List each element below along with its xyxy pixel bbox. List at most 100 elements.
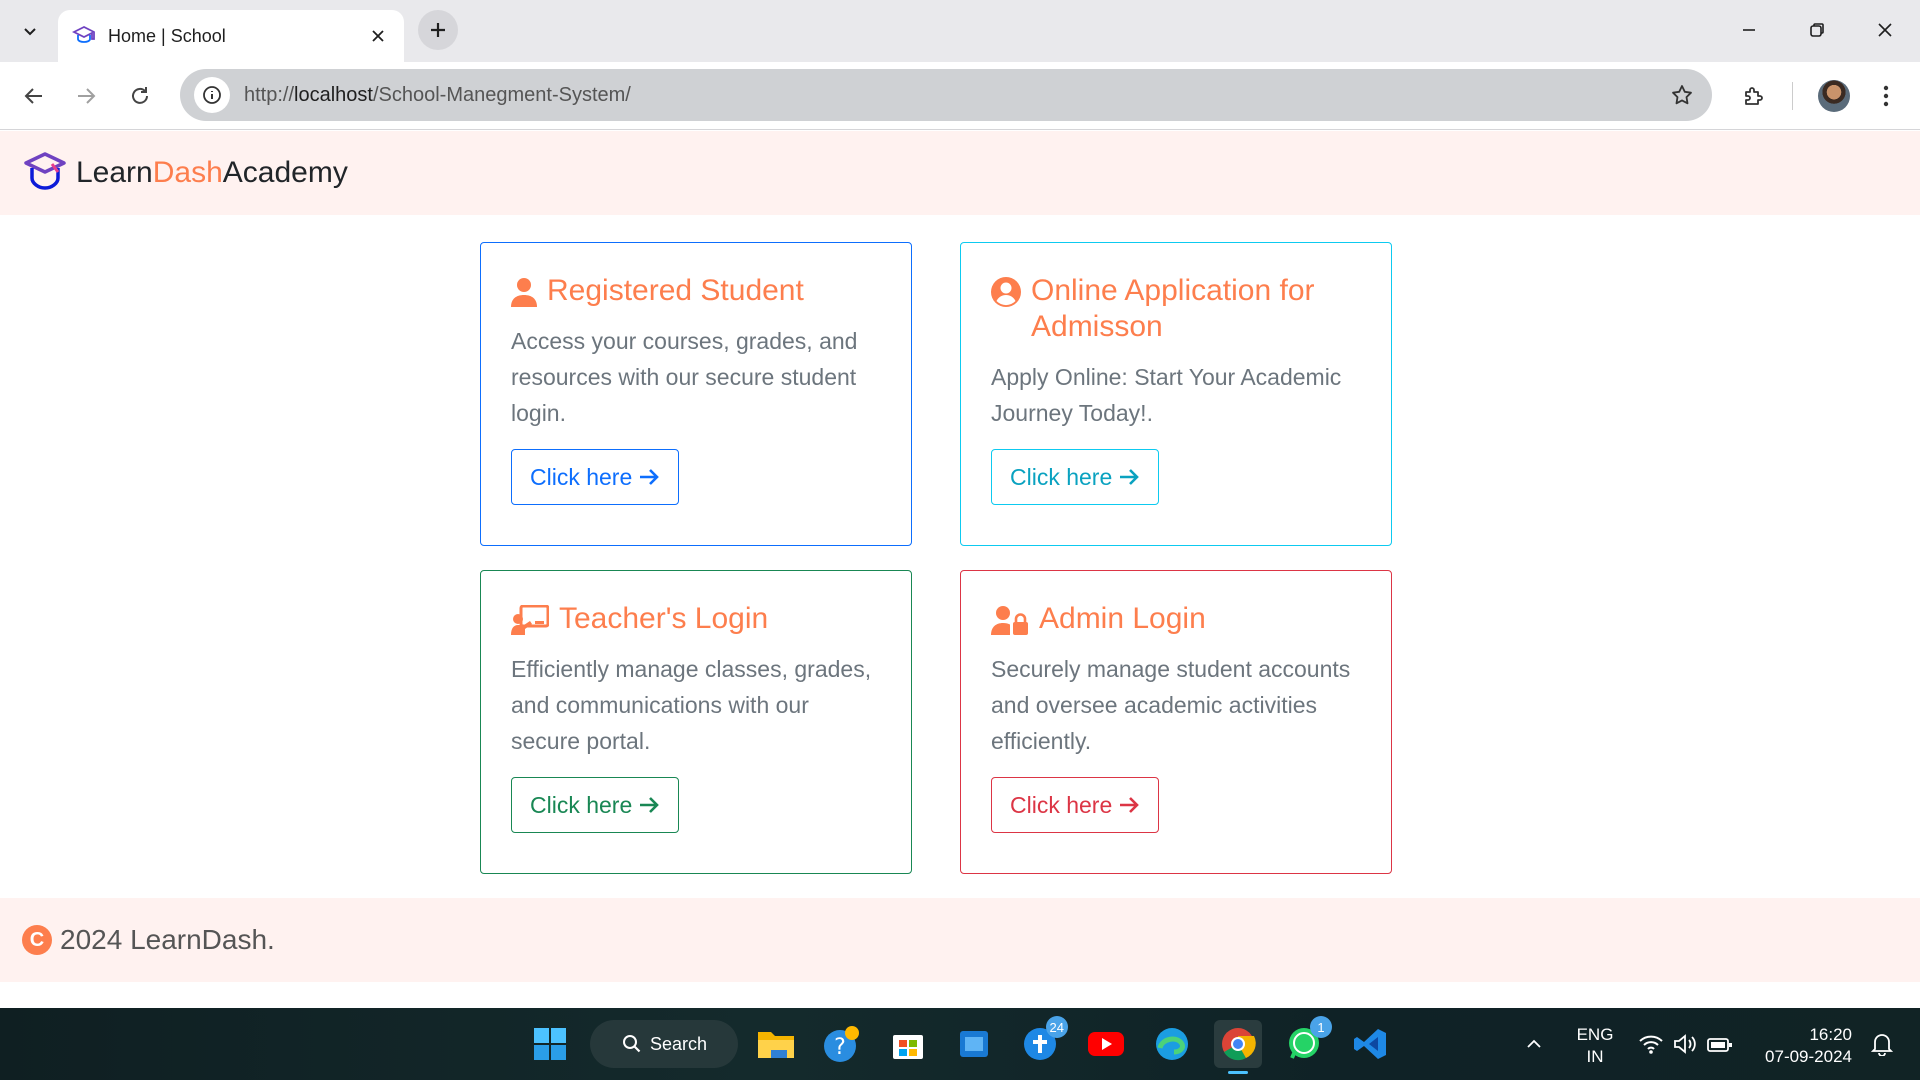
arrow-right-icon: [640, 469, 660, 485]
online-application-click-button[interactable]: Click here: [991, 449, 1160, 505]
microsoft-store-taskbar-icon[interactable]: [884, 1020, 932, 1068]
active-indicator: [1228, 1071, 1248, 1074]
whatsapp-taskbar-icon[interactable]: 1: [1280, 1016, 1332, 1068]
toolbar-divider: [1792, 82, 1793, 110]
reload-button[interactable]: [120, 76, 160, 116]
reload-icon: [132, 87, 148, 104]
brand-name[interactable]: LearnDashAcademy: [76, 156, 348, 190]
store-icon: [893, 1035, 923, 1059]
help-icon: ?: [824, 1026, 859, 1062]
minimize-button[interactable]: [1716, 8, 1782, 52]
arrow-right-icon: [1120, 797, 1140, 813]
registered-student-click-button[interactable]: Click here: [511, 449, 680, 505]
info-icon: [203, 86, 221, 104]
card-online-application: Online Application for Admisson Apply On…: [960, 242, 1392, 546]
site-header: LearnDashAcademy: [0, 131, 1920, 215]
arrow-right-icon: [640, 797, 660, 813]
arrow-left-icon: [24, 88, 42, 104]
plus-icon: [431, 23, 445, 37]
user-lock-icon: [991, 606, 1028, 635]
start-button[interactable]: [526, 1020, 574, 1068]
card-description: Apply Online: Start Your Academic Journe…: [991, 364, 1342, 426]
footer-copyright-text: 2024 LearnDash.: [60, 924, 275, 955]
menu-button[interactable]: [1866, 76, 1906, 116]
card-title: Online Application for Admisson: [991, 273, 1361, 345]
browser-toolbar: http://localhost/School-Manegment-System…: [0, 62, 1920, 130]
get-help-taskbar-icon[interactable]: ?: [818, 1020, 866, 1068]
vscode-icon: [1354, 1029, 1386, 1059]
more-vertical-icon: [1883, 85, 1889, 107]
language-indicator[interactable]: ENG IN: [1570, 1024, 1620, 1068]
tab-close-button[interactable]: [366, 24, 390, 48]
star-icon: [1672, 85, 1692, 105]
tab-title: Home | School: [108, 25, 226, 46]
windows-taskbar: Search ? 24 1 ENG IN 16:20 07-09-2024: [0, 1008, 1920, 1080]
clock[interactable]: 16:20 07-09-2024: [1752, 1024, 1852, 1068]
taskbar-search[interactable]: Search: [590, 1020, 738, 1068]
arrow-right-icon: [78, 88, 96, 104]
close-icon: [1878, 23, 1892, 37]
card-description: Securely manage student accounts and ove…: [991, 656, 1351, 754]
copyright-icon: C: [22, 925, 52, 955]
admin-login-click-button[interactable]: Click here: [991, 777, 1160, 833]
browser-tabstrip: Home | School: [0, 0, 1920, 62]
card-description: Efficiently manage classes, grades, and …: [511, 656, 872, 754]
chalkboard-teacher-icon: [511, 605, 549, 635]
restore-button[interactable]: [1784, 8, 1850, 52]
battery-icon: [1707, 1038, 1732, 1052]
search-icon: [623, 1035, 641, 1053]
youtube-taskbar-icon[interactable]: [1082, 1020, 1130, 1068]
address-bar[interactable]: http://localhost/School-Manegment-System…: [180, 69, 1712, 121]
teacher-login-click-button[interactable]: Click here: [511, 777, 680, 833]
folder-icon: [758, 1032, 794, 1058]
chevron-up-icon: [1527, 1039, 1541, 1048]
card-title: Registered Student: [511, 273, 881, 309]
minimize-icon: [1743, 29, 1755, 31]
extensions-button[interactable]: [1734, 76, 1774, 116]
svg-text:?: ?: [834, 1035, 846, 1060]
site-info-button[interactable]: [194, 77, 230, 113]
profile-avatar[interactable]: [1818, 80, 1850, 112]
card-admin-login: Admin Login Securely manage student acco…: [960, 570, 1392, 874]
edge-taskbar-icon[interactable]: [1148, 1020, 1196, 1068]
new-tab-button[interactable]: [418, 10, 458, 50]
chevron-down-icon: [24, 28, 36, 36]
notification-badge: 24: [1045, 1016, 1068, 1038]
notifications-button[interactable]: [1862, 1020, 1902, 1068]
url-text: http://localhost/School-Manegment-System…: [244, 83, 631, 106]
browser-tab-active[interactable]: Home | School: [58, 10, 404, 62]
edge-browser-icon: [1156, 1028, 1188, 1060]
network-volume-battery[interactable]: [1636, 1020, 1736, 1068]
wifi-icon: [1639, 1035, 1663, 1054]
show-hidden-icons-button[interactable]: [1516, 1020, 1552, 1068]
chrome-icon: [1222, 1028, 1256, 1061]
notification-badge: 1: [1310, 1016, 1332, 1038]
card-teacher-login: Teacher's Login Efficiently manage class…: [480, 570, 912, 874]
user-circle-icon: [991, 277, 1021, 307]
teams-taskbar-icon[interactable]: 24: [1016, 1016, 1068, 1068]
puzzle-icon: [1745, 87, 1763, 105]
graduation-cap-icon: [72, 25, 95, 43]
vscode-taskbar-icon[interactable]: [1346, 1020, 1394, 1068]
notification-bell-icon: [1871, 1034, 1893, 1056]
user-icon: [511, 278, 537, 307]
app-window-icon: [960, 1031, 988, 1057]
forward-button[interactable]: [66, 76, 106, 116]
widgets-taskbar-icon[interactable]: [950, 1020, 998, 1068]
card-description: Access your courses, grades, and resourc…: [511, 328, 858, 426]
file-explorer-taskbar-icon[interactable]: [752, 1020, 800, 1068]
card-registered-student: Registered Student Access your courses, …: [480, 242, 912, 546]
tab-search-button[interactable]: [12, 14, 48, 48]
volume-icon: [1674, 1034, 1696, 1054]
back-button[interactable]: [14, 76, 54, 116]
bookmark-button[interactable]: [1668, 81, 1696, 109]
card-title: Admin Login: [991, 601, 1361, 637]
close-icon: [372, 30, 384, 42]
close-window-button[interactable]: [1852, 8, 1918, 52]
restore-icon: [1810, 23, 1824, 37]
youtube-icon: [1088, 1032, 1124, 1056]
graduation-cap-logo-icon[interactable]: [22, 150, 68, 196]
arrow-right-icon: [1120, 469, 1140, 485]
chrome-taskbar-icon[interactable]: [1214, 1020, 1262, 1074]
windows-logo-icon: [534, 1028, 566, 1060]
